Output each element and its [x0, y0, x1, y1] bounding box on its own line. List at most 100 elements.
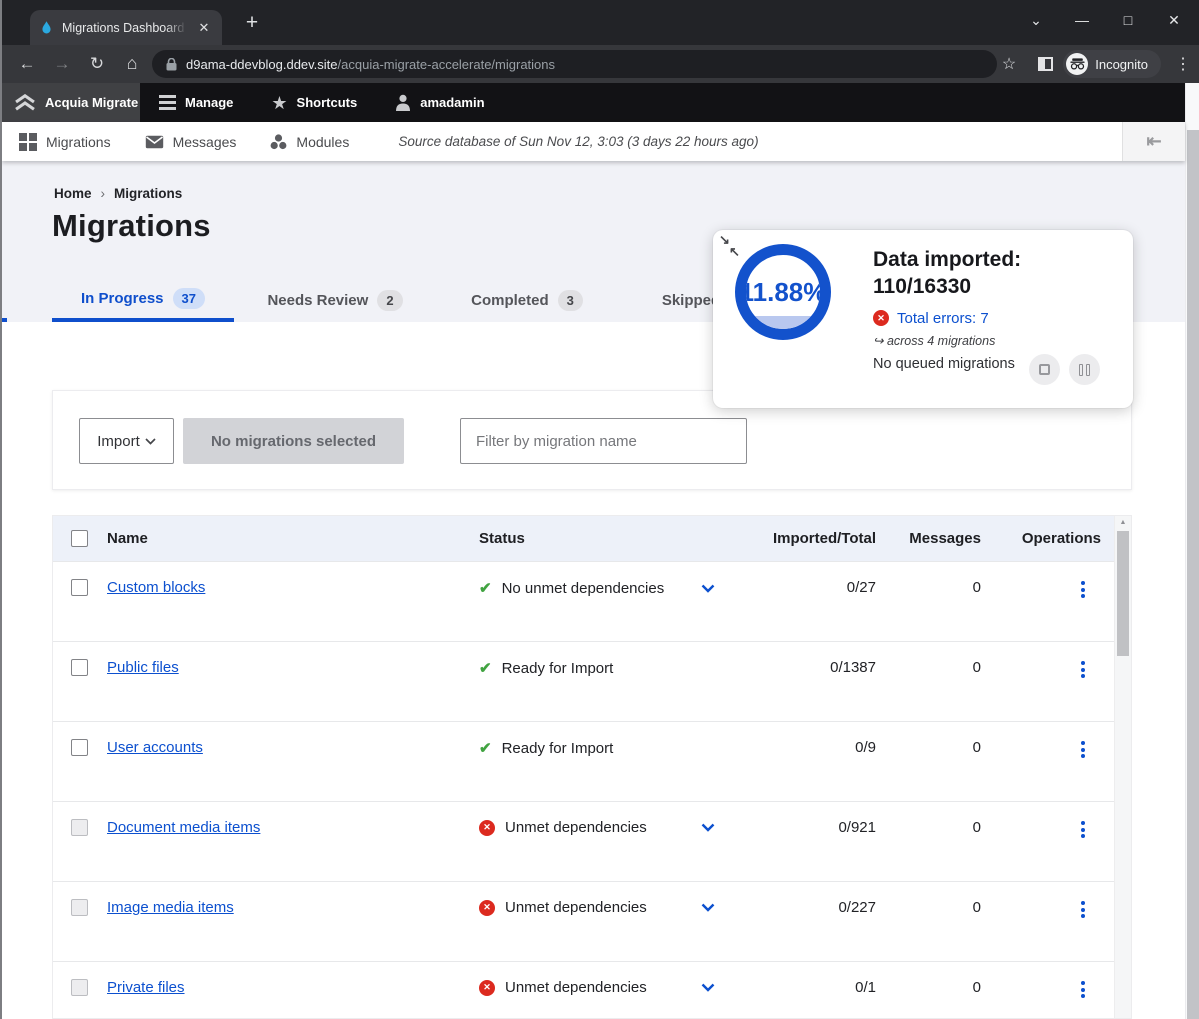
reload-icon[interactable]: ↻ — [85, 53, 109, 74]
tab-close-icon[interactable]: ✕ — [195, 20, 213, 36]
progress-percent: 11.88% — [746, 277, 820, 308]
row-checkbox[interactable] — [71, 739, 88, 756]
side-panel-icon[interactable] — [1038, 57, 1053, 71]
migration-link[interactable]: Custom blocks — [107, 579, 205, 596]
bookmark-star-icon[interactable]: ☆ — [997, 54, 1021, 75]
error-circle-icon: ✕ — [479, 980, 495, 996]
breadcrumb-home[interactable]: Home — [54, 186, 92, 201]
table-row: Document media items ✔ ✕ Unmet dependenc… — [53, 801, 1131, 881]
back-icon[interactable]: ← — [15, 53, 39, 74]
tab-count-badge: 37 — [173, 288, 205, 309]
operations-kebab-icon[interactable] — [1075, 739, 1091, 760]
imported-total-value: 0/1387 — [753, 659, 876, 676]
view-tab[interactable]: Needs Review 2 — [255, 278, 415, 322]
tab-count-badge: 3 — [558, 290, 583, 311]
new-tab-button[interactable]: + — [238, 11, 266, 35]
operations-kebab-icon[interactable] — [1075, 979, 1091, 1000]
total-errors-link[interactable]: Total errors: 7 — [897, 310, 989, 327]
address-bar[interactable]: d9ama-ddevblog.ddev.site/acquia-migrate-… — [152, 50, 997, 78]
page-scrollbar[interactable] — [1185, 83, 1199, 1019]
page-scrollbar-thumb[interactable] — [1187, 130, 1199, 1019]
operations-kebab-icon[interactable] — [1075, 819, 1091, 840]
forward-icon[interactable]: → — [50, 53, 74, 74]
expand-chevron-icon[interactable] — [701, 584, 715, 593]
row-checkbox[interactable] — [71, 659, 88, 676]
expand-chevron-icon[interactable] — [701, 823, 715, 832]
incognito-icon — [1066, 53, 1088, 75]
import-progress-overlay: ↘ ↖ 11.88% Data imported: 110/16330 ✕ To… — [713, 230, 1133, 408]
view-tab[interactable]: Completed 3 — [457, 278, 597, 322]
table-row: Private files ✔ ✕ Unmet dependencies 0/1… — [53, 961, 1131, 1019]
envelope-icon — [145, 135, 164, 149]
migrations-label: Migrations — [46, 134, 111, 150]
maximize-button[interactable]: □ — [1105, 12, 1151, 28]
scroll-up-arrow-icon[interactable]: ▲ — [1115, 519, 1131, 526]
operations-kebab-icon[interactable] — [1075, 899, 1091, 920]
close-window-button[interactable]: ✕ — [1151, 12, 1197, 29]
check-icon: ✔ — [479, 659, 492, 677]
table-header-row: Name Status Imported/Total Messages Oper… — [53, 516, 1131, 561]
table-scrollbar-thumb[interactable] — [1117, 531, 1129, 656]
migration-link[interactable]: Image media items — [107, 899, 234, 916]
status-text: Unmet dependencies — [505, 979, 647, 996]
operations-kebab-icon[interactable] — [1075, 579, 1091, 600]
row-checkbox[interactable] — [71, 979, 88, 996]
browser-tabstrip: Migrations Dashboard | example ✕ + ⌄ — □… — [2, 0, 1199, 45]
admin-manage[interactable]: Manage — [140, 83, 252, 122]
browser-tab[interactable]: Migrations Dashboard | example ✕ — [30, 10, 222, 45]
stop-button[interactable] — [1029, 354, 1060, 385]
error-circle-icon: ✕ — [479, 900, 495, 916]
row-checkbox[interactable] — [71, 899, 88, 916]
browser-window: Migrations Dashboard | example ✕ + ⌄ — □… — [0, 0, 1199, 1019]
messages-count: 0 — [876, 899, 981, 916]
lock-icon[interactable] — [166, 58, 177, 71]
filter-migrations-input[interactable] — [460, 418, 747, 464]
breadcrumb-separator: › — [101, 186, 106, 201]
expand-chevron-icon[interactable] — [701, 903, 715, 912]
admin-user[interactable]: amadamin — [376, 83, 503, 122]
row-checkbox[interactable] — [71, 819, 88, 836]
row-checkbox[interactable] — [71, 579, 88, 596]
migration-link[interactable]: Private files — [107, 979, 185, 996]
minimize-button[interactable]: — — [1059, 12, 1105, 28]
browser-menu-icon[interactable]: ⋮ — [1173, 54, 1193, 74]
progress-ring: 11.88% — [735, 244, 831, 340]
migration-link[interactable]: Public files — [107, 659, 179, 676]
imported-total-value: 0/227 — [753, 899, 876, 916]
collapse-arrow-icon-2[interactable]: ↖ — [729, 244, 740, 260]
header-messages: Messages — [876, 530, 981, 547]
select-all-checkbox[interactable] — [71, 530, 88, 547]
nav-modules[interactable]: Modules — [253, 134, 366, 150]
table-row: User accounts ✔ ✕ Ready for Import 0/9 0 — [53, 721, 1131, 801]
tab-search-icon[interactable]: ⌄ — [1013, 12, 1059, 29]
error-circle-icon: ✕ — [479, 820, 495, 836]
view-tab[interactable]: In Progress 37 — [52, 278, 234, 322]
user-icon — [395, 94, 411, 111]
stop-icon — [1039, 364, 1050, 375]
import-dropdown-button[interactable]: Import — [79, 418, 174, 464]
admin-shortcuts[interactable]: ★ Shortcuts — [252, 83, 376, 122]
messages-count: 0 — [876, 739, 981, 756]
collapse-toolbar-button[interactable]: ⇤ — [1122, 122, 1185, 161]
operations-kebab-icon[interactable] — [1075, 659, 1091, 680]
acquia-migrate-brand[interactable]: Acquia Migrate — [2, 83, 140, 122]
migration-link[interactable]: User accounts — [107, 739, 203, 756]
table-scrollbar[interactable]: ▲ — [1114, 516, 1131, 1018]
expand-chevron-icon[interactable] — [701, 983, 715, 992]
source-database-note: Source database of Sun Nov 12, 3:03 (3 d… — [398, 134, 758, 149]
home-icon[interactable]: ⌂ — [120, 53, 144, 74]
migration-link[interactable]: Document media items — [107, 819, 260, 836]
nav-messages[interactable]: Messages — [128, 134, 254, 150]
pause-button[interactable] — [1069, 354, 1100, 385]
grid-icon — [19, 133, 37, 151]
tab-label: Completed — [471, 292, 549, 309]
brand-label: Acquia Migrate — [45, 95, 138, 110]
messages-label: Messages — [173, 134, 237, 150]
nav-migrations[interactable]: Migrations — [2, 133, 128, 151]
status-text: Unmet dependencies — [505, 899, 647, 916]
incognito-badge: Incognito — [1063, 50, 1161, 78]
messages-count: 0 — [876, 819, 981, 836]
table-row: Custom blocks ✔ ✕ No unmet dependencies … — [53, 561, 1131, 641]
browser-toolbar: ← → ↻ ⌂ d9ama-ddevblog.ddev.site/acquia-… — [2, 45, 1199, 83]
tab-label: In Progress — [81, 290, 164, 307]
